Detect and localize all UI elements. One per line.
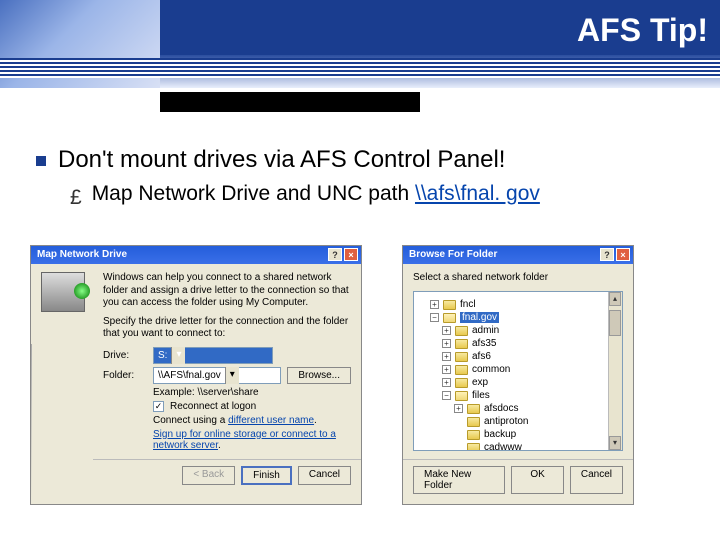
- folder-tree[interactable]: + fncl − fnal.gov + admin + afs35 + afs6 + com…: [413, 291, 623, 451]
- browse-button[interactable]: Browse...: [287, 367, 351, 384]
- bullet-main: Don't mount drives via AFS Control Panel…: [30, 146, 690, 174]
- map-titlebar[interactable]: Map Network Drive ? ×: [31, 246, 361, 264]
- make-new-folder-button[interactable]: Make New Folder: [413, 466, 505, 494]
- bullet-text: Don't mount drives via AFS Control Panel…: [58, 146, 505, 174]
- drive-label: Drive:: [103, 350, 147, 361]
- different-user-link[interactable]: different user name: [228, 415, 314, 426]
- folder-icon: [443, 300, 456, 310]
- folder-icon: [467, 404, 480, 414]
- help-button[interactable]: ?: [328, 248, 342, 261]
- tree-item[interactable]: backup: [484, 429, 516, 440]
- cancel-button[interactable]: Cancel: [570, 466, 623, 494]
- map-network-drive-dialog: Map Network Drive ? × Windows can help y…: [30, 245, 362, 505]
- browse-prompt: Select a shared network folder: [413, 272, 623, 283]
- tree-item[interactable]: afs35: [472, 338, 496, 349]
- drive-select[interactable]: S: ▾: [153, 347, 273, 364]
- tree-item[interactable]: exp: [472, 377, 488, 388]
- close-button[interactable]: ×: [616, 248, 630, 261]
- expand-icon[interactable]: +: [454, 404, 463, 413]
- scroll-up-icon[interactable]: ▴: [609, 292, 621, 306]
- folder-icon: [455, 352, 468, 362]
- scroll-down-icon[interactable]: ▾: [609, 436, 621, 450]
- tree-item-selected[interactable]: fnal.gov: [460, 312, 499, 323]
- browse-title: Browse For Folder: [409, 249, 497, 260]
- folder-value: \\AFS\fnal.gov: [158, 370, 221, 381]
- drive-value: S:: [158, 350, 167, 361]
- tree-item[interactable]: afsdocs: [484, 403, 518, 414]
- folder-open-icon: [455, 391, 468, 401]
- scroll-thumb[interactable]: [609, 310, 621, 336]
- folder-icon: [455, 339, 468, 349]
- header-black-bar: [160, 92, 420, 112]
- browse-for-folder-dialog: Browse For Folder ? × Select a shared ne…: [402, 245, 634, 505]
- expand-icon[interactable]: +: [430, 300, 439, 309]
- help-button[interactable]: ?: [600, 248, 614, 261]
- folder-icon: [467, 417, 480, 427]
- map-blurb-1: Windows can help you connect to a shared…: [103, 272, 351, 310]
- folder-label: Folder:: [103, 370, 147, 381]
- expand-icon[interactable]: +: [442, 378, 451, 387]
- tree-item[interactable]: common: [472, 364, 510, 375]
- expand-icon[interactable]: +: [442, 352, 451, 361]
- map-title: Map Network Drive: [37, 249, 127, 260]
- header-stripes: [0, 58, 720, 78]
- sub-bullet-icon: £: [70, 186, 82, 210]
- reconnect-checkbox[interactable]: ✓: [153, 401, 164, 412]
- expand-icon[interactable]: +: [442, 326, 451, 335]
- collapse-icon[interactable]: −: [430, 313, 439, 322]
- browse-titlebar[interactable]: Browse For Folder ? ×: [403, 246, 633, 264]
- chevron-down-icon[interactable]: ▾: [225, 367, 239, 384]
- ok-button[interactable]: OK: [511, 466, 563, 494]
- dialog-illustration: [41, 272, 95, 485]
- slide-header: AFS Tip!: [0, 0, 720, 88]
- tree-item[interactable]: antiproton: [484, 416, 528, 427]
- bullet-square-icon: [36, 156, 46, 166]
- cancel-button[interactable]: Cancel: [298, 466, 351, 485]
- expand-icon[interactable]: +: [442, 339, 451, 348]
- tree-item[interactable]: files: [472, 390, 490, 401]
- folder-open-icon: [443, 313, 456, 323]
- tree-scrollbar[interactable]: ▴ ▾: [608, 292, 622, 450]
- folder-icon: [455, 378, 468, 388]
- folder-icon: [467, 430, 480, 440]
- tree-item[interactable]: afs6: [472, 351, 491, 362]
- map-footer: < Back Finish Cancel: [93, 459, 361, 485]
- collapse-icon[interactable]: −: [442, 391, 451, 400]
- back-button: < Back: [182, 466, 235, 485]
- sub-text: Map Network Drive and UNC path: [92, 182, 415, 205]
- signup-link[interactable]: Sign up for online storage or connect to…: [153, 429, 336, 451]
- tree-item[interactable]: fncl: [460, 299, 476, 310]
- slide-title: AFS Tip!: [577, 12, 708, 49]
- reconnect-label: Reconnect at logon: [170, 401, 256, 412]
- close-button[interactable]: ×: [344, 248, 358, 261]
- connect-using-text: Connect using a: [153, 415, 228, 426]
- unc-link[interactable]: \\afs\fnal. gov: [415, 182, 540, 205]
- folder-icon: [455, 326, 468, 336]
- sub-bullet: £ Map Network Drive and UNC path \\afs\f…: [70, 182, 690, 210]
- map-blurb-2: Specify the drive letter for the connect…: [103, 316, 351, 341]
- sub-bullet-text: Map Network Drive and UNC path \\afs\fna…: [92, 182, 540, 206]
- folder-combobox[interactable]: \\AFS\fnal.gov ▾: [153, 367, 281, 384]
- example-text: Example: \\server\share: [153, 387, 259, 398]
- network-drive-icon: [41, 272, 85, 312]
- chevron-down-icon[interactable]: ▾: [171, 347, 185, 364]
- folder-icon: [467, 443, 480, 452]
- folder-icon: [455, 365, 468, 375]
- expand-icon[interactable]: +: [442, 365, 451, 374]
- finish-button[interactable]: Finish: [241, 466, 292, 485]
- tree-item[interactable]: admin: [472, 325, 499, 336]
- tree-item[interactable]: cadwww: [484, 442, 522, 451]
